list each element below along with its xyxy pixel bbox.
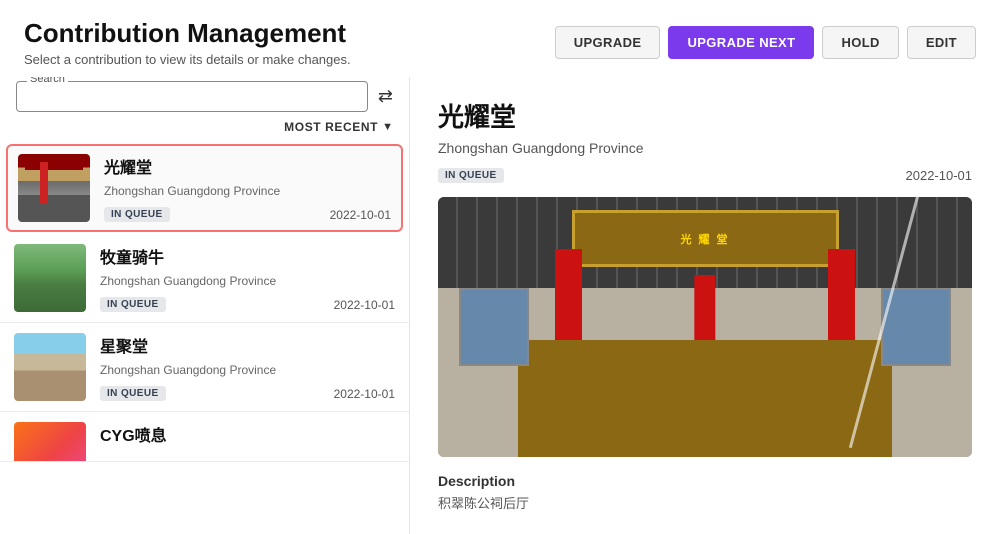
left-panel: Search ⇄ MOST RECENT ▼ 光耀堂 bbox=[0, 77, 410, 534]
list-subtitle: Zhongshan Guangdong Province bbox=[104, 184, 391, 198]
list-info: 光耀堂 Zhongshan Guangdong Province IN QUEU… bbox=[104, 154, 391, 222]
detail-date: 2022-10-01 bbox=[906, 168, 973, 183]
right-panel: 光耀堂 Zhongshan Guangdong Province IN QUEU… bbox=[410, 77, 1000, 534]
search-input[interactable] bbox=[17, 82, 367, 111]
detail-title: 光耀堂 bbox=[438, 97, 972, 134]
list-thumb bbox=[14, 422, 86, 462]
list-item[interactable]: 星聚堂 Zhongshan Guangdong Province IN QUEU… bbox=[0, 323, 409, 412]
list-date: 2022-10-01 bbox=[334, 387, 395, 401]
list-info: 牧童骑牛 Zhongshan Guangdong Province IN QUE… bbox=[100, 244, 395, 312]
filter-label[interactable]: MOST RECENT bbox=[284, 120, 378, 134]
upgrade-next-button[interactable]: UPGRADE NEXT bbox=[668, 26, 814, 59]
edit-button[interactable]: EDIT bbox=[907, 26, 976, 59]
list-thumb bbox=[18, 154, 90, 222]
temple-altar bbox=[518, 340, 892, 457]
temple-painting-right bbox=[881, 288, 950, 366]
list-date: 2022-10-01 bbox=[330, 208, 391, 222]
search-legend: Search bbox=[27, 77, 68, 85]
status-badge: IN QUEUE bbox=[100, 386, 166, 401]
temple-scene: 光 耀 堂 bbox=[438, 197, 972, 457]
detail-location: Zhongshan Guangdong Province bbox=[438, 140, 972, 156]
temple-painting-left bbox=[459, 288, 528, 366]
contribution-list: 光耀堂 Zhongshan Guangdong Province IN QUEU… bbox=[0, 142, 409, 534]
upgrade-button[interactable]: UPGRADE bbox=[555, 26, 661, 59]
search-row: Search ⇄ bbox=[0, 77, 409, 118]
list-thumb bbox=[14, 333, 86, 401]
list-item[interactable]: 牧童骑牛 Zhongshan Guangdong Province IN QUE… bbox=[0, 234, 409, 323]
page-subtitle: Select a contribution to view its detail… bbox=[24, 52, 351, 67]
list-subtitle: Zhongshan Guangdong Province bbox=[100, 363, 395, 377]
list-item[interactable]: CYG喷息 bbox=[0, 412, 409, 462]
list-meta: IN QUEUE 2022-10-01 bbox=[100, 297, 395, 312]
app-container: Contribution Management Select a contrib… bbox=[0, 0, 1000, 534]
temple-sign-text: 光 耀 堂 bbox=[680, 231, 729, 247]
temple-sign: 光 耀 堂 bbox=[572, 210, 839, 267]
filter-row: MOST RECENT ▼ bbox=[0, 118, 409, 142]
main-content: Search ⇄ MOST RECENT ▼ 光耀堂 bbox=[0, 77, 1000, 534]
list-meta: IN QUEUE 2022-10-01 bbox=[100, 386, 395, 401]
list-meta: IN QUEUE 2022-10-01 bbox=[104, 207, 391, 222]
detail-meta: IN QUEUE 2022-10-01 bbox=[438, 168, 972, 183]
status-badge: IN QUEUE bbox=[100, 297, 166, 312]
detail-status-badge: IN QUEUE bbox=[438, 168, 504, 183]
header: Contribution Management Select a contrib… bbox=[0, 0, 1000, 77]
list-date: 2022-10-01 bbox=[334, 298, 395, 312]
list-title: CYG喷息 bbox=[100, 422, 395, 446]
list-info: 星聚堂 Zhongshan Guangdong Province IN QUEU… bbox=[100, 333, 395, 401]
list-subtitle: Zhongshan Guangdong Province bbox=[100, 274, 395, 288]
list-info: CYG喷息 bbox=[100, 422, 395, 451]
description-text: 积翠陈公祠后厅 bbox=[438, 493, 972, 512]
list-thumb bbox=[14, 244, 86, 312]
hold-button[interactable]: HOLD bbox=[822, 26, 898, 59]
toolbar: UPGRADE UPGRADE NEXT HOLD EDIT bbox=[555, 26, 976, 59]
detail-image: 光 耀 堂 bbox=[438, 197, 972, 457]
list-title: 星聚堂 bbox=[100, 333, 395, 357]
filter-chevron[interactable]: ▼ bbox=[382, 121, 393, 133]
page-title: Contribution Management bbox=[24, 18, 351, 49]
description-label: Description bbox=[438, 473, 972, 489]
list-title: 牧童骑牛 bbox=[100, 244, 395, 268]
sort-icon[interactable]: ⇄ bbox=[378, 86, 393, 107]
list-title: 光耀堂 bbox=[104, 154, 391, 178]
status-badge: IN QUEUE bbox=[104, 207, 170, 222]
header-left: Contribution Management Select a contrib… bbox=[24, 18, 351, 67]
list-item[interactable]: 光耀堂 Zhongshan Guangdong Province IN QUEU… bbox=[6, 144, 403, 232]
search-wrapper: Search bbox=[16, 81, 368, 112]
